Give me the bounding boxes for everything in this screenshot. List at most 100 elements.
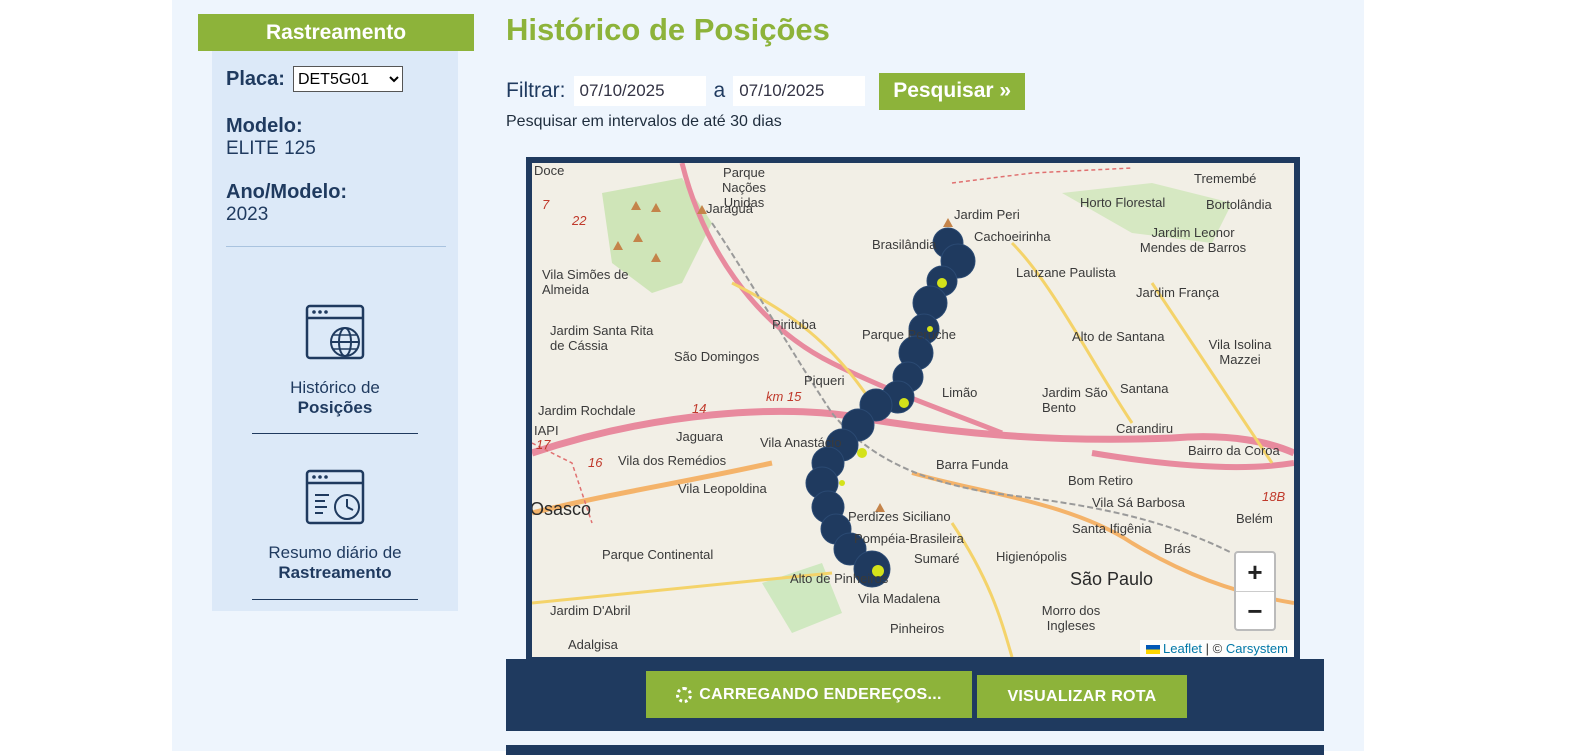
search-hint: Pesquisar em intervalos de até 30 dias [506, 113, 782, 130]
menu-historico-posicoes[interactable]: Histórico de Posições [252, 304, 418, 418]
map-label: Limão [942, 385, 978, 400]
map-label: Jardim Santa Rita de Cássia [550, 323, 654, 353]
road-number: 7 [542, 197, 550, 212]
map-label: Bairro da Coroa [1188, 443, 1280, 458]
ano-label: Ano/Modelo: [226, 181, 348, 203]
map-label: Vila Leopoldina [678, 481, 767, 496]
sidebar-divider [226, 246, 446, 247]
sidebar-title: Rastreamento [198, 14, 474, 51]
map-label: Lauzane Paulista [1016, 265, 1116, 280]
map-label: Jardim Peri [954, 207, 1020, 222]
map-label: São Domingos [674, 349, 760, 364]
map-label: Vila Anastácio [760, 435, 842, 450]
map-label: Jaguara [676, 429, 723, 444]
date-to-input[interactable] [733, 76, 866, 106]
map-label: Bortolândia [1206, 197, 1272, 212]
road-number: 16 [588, 455, 603, 470]
map-label: Pinheiros [890, 621, 945, 636]
map-label: São Paulo [1070, 569, 1154, 589]
zoom-in-button[interactable]: + [1236, 553, 1274, 591]
map-label: Alto de Pinheiros [790, 571, 889, 586]
date-from-input[interactable] [573, 76, 706, 106]
map-label: Santa Ifigênia [1072, 521, 1152, 536]
map-label: Jardim Leonor Mendes de Barros [1139, 225, 1247, 255]
browser-clock-icon [305, 469, 365, 525]
map-label: Belém [1236, 511, 1273, 526]
map-label: Bom Retiro [1068, 473, 1134, 488]
map-label: IAPI [534, 423, 559, 438]
menu-divider [252, 433, 418, 434]
road-number: 14 [692, 401, 707, 416]
menu-historico-line1: Histórico de [290, 378, 380, 397]
ano-block: Ano/Modelo: 2023 [226, 181, 347, 226]
browser-globe-icon [305, 304, 365, 360]
action-bar: CARREGANDO ENDEREÇOS... VISUALIZAR ROTA [506, 659, 1324, 731]
map-label: Santana [1120, 381, 1169, 396]
modelo-value: ELITE 125 [226, 138, 316, 159]
map-label: Tremembé [1194, 171, 1257, 186]
placa-label: Placa: [226, 67, 285, 90]
map-frame: Doce Parque Nações Unidas Jaraguá Jardim… [526, 157, 1300, 663]
map-label: Higienópolis [996, 549, 1067, 564]
highway-marginal [532, 407, 1294, 457]
map-label: Sumaré [914, 551, 960, 566]
map-view[interactable]: Doce Parque Nações Unidas Jaraguá Jardim… [532, 163, 1294, 657]
map-label: Vila Madalena [858, 591, 941, 606]
page-title: Histórico de Posições [506, 12, 830, 47]
menu-historico-line2: Posições [297, 398, 373, 417]
map-label: Adalgisa [568, 637, 618, 652]
filter-label: Filtrar: [506, 79, 566, 102]
menu-resumo-diario[interactable]: Resumo diário de Rastreamento [252, 469, 418, 583]
placa-select[interactable]: DET5G01 [292, 66, 403, 92]
loading-addresses-label: CARREGANDO ENDEREÇOS... [699, 685, 942, 703]
map-label: Brás [1164, 541, 1191, 556]
map-label: Jaraguá [706, 201, 753, 216]
road-number: 17 [536, 437, 551, 452]
map-label: Jardim Rochdale [538, 403, 636, 418]
map-label: Vila Sá Barbosa [1092, 495, 1185, 510]
road-number: 18B [1262, 489, 1286, 504]
bottom-bar [506, 745, 1324, 755]
map-label: Cachoeirinha [974, 229, 1051, 244]
map-label: Parque Continental [602, 547, 714, 562]
map-label: Jardim França [1136, 285, 1220, 300]
zoom-out-button[interactable]: − [1236, 591, 1274, 630]
modelo-label: Modelo: [226, 115, 303, 137]
map-label: Alto de Santana [1072, 329, 1165, 344]
map-label: Pirituba [772, 317, 817, 332]
attribution-separator: | © [1205, 641, 1223, 656]
placa-row: Placa: DET5G01 [226, 66, 403, 92]
loading-addresses-button[interactable]: CARREGANDO ENDEREÇOS... [646, 671, 972, 718]
menu-resumo-line1: Resumo diário de [268, 543, 402, 562]
road-number: km 15 [766, 389, 802, 404]
map-label: Vila Isolina Mazzei [1208, 337, 1272, 367]
map-label: Horto Florestal [1080, 195, 1166, 210]
map-label: Carandiru [1116, 421, 1174, 436]
map-label: Brasilândia [872, 237, 937, 252]
view-route-button[interactable]: VISUALIZAR ROTA [977, 675, 1187, 718]
leaflet-link[interactable]: Leaflet [1163, 641, 1202, 656]
map-label: Parque Peruche [862, 327, 956, 342]
boundary-line [951, 167, 1133, 184]
map-label: Vila Simões de Almeida [542, 267, 629, 297]
map-label: Morro dos Ingleses [1041, 603, 1101, 633]
carsystem-link[interactable]: Carsystem [1226, 641, 1288, 656]
map-attribution: Leaflet | © Carsystem [1140, 640, 1294, 657]
filter-row: Filtrar: a Pesquisar » [506, 72, 1026, 110]
menu-divider [252, 599, 418, 600]
map-label: Osasco [532, 499, 592, 519]
ano-value: 2023 [226, 204, 269, 225]
map-label: Vila dos Remédios [618, 453, 727, 468]
menu-resumo-line2: Rastreamento [278, 563, 392, 582]
modelo-block: Modelo: ELITE 125 [226, 115, 316, 160]
map-label: Piqueri [804, 373, 845, 388]
date-separator: a [713, 79, 726, 102]
map-label: Doce [534, 163, 565, 178]
loading-spinner-icon [676, 686, 693, 703]
ukraine-flag-icon [1146, 645, 1160, 655]
map-label: Barra Funda [936, 457, 1009, 472]
search-button[interactable]: Pesquisar » [879, 72, 1026, 110]
zoom-control: + − [1234, 551, 1276, 631]
map-label: Jardim D'Abril [550, 603, 631, 618]
map-label: Jardim São Bento [1042, 385, 1108, 415]
